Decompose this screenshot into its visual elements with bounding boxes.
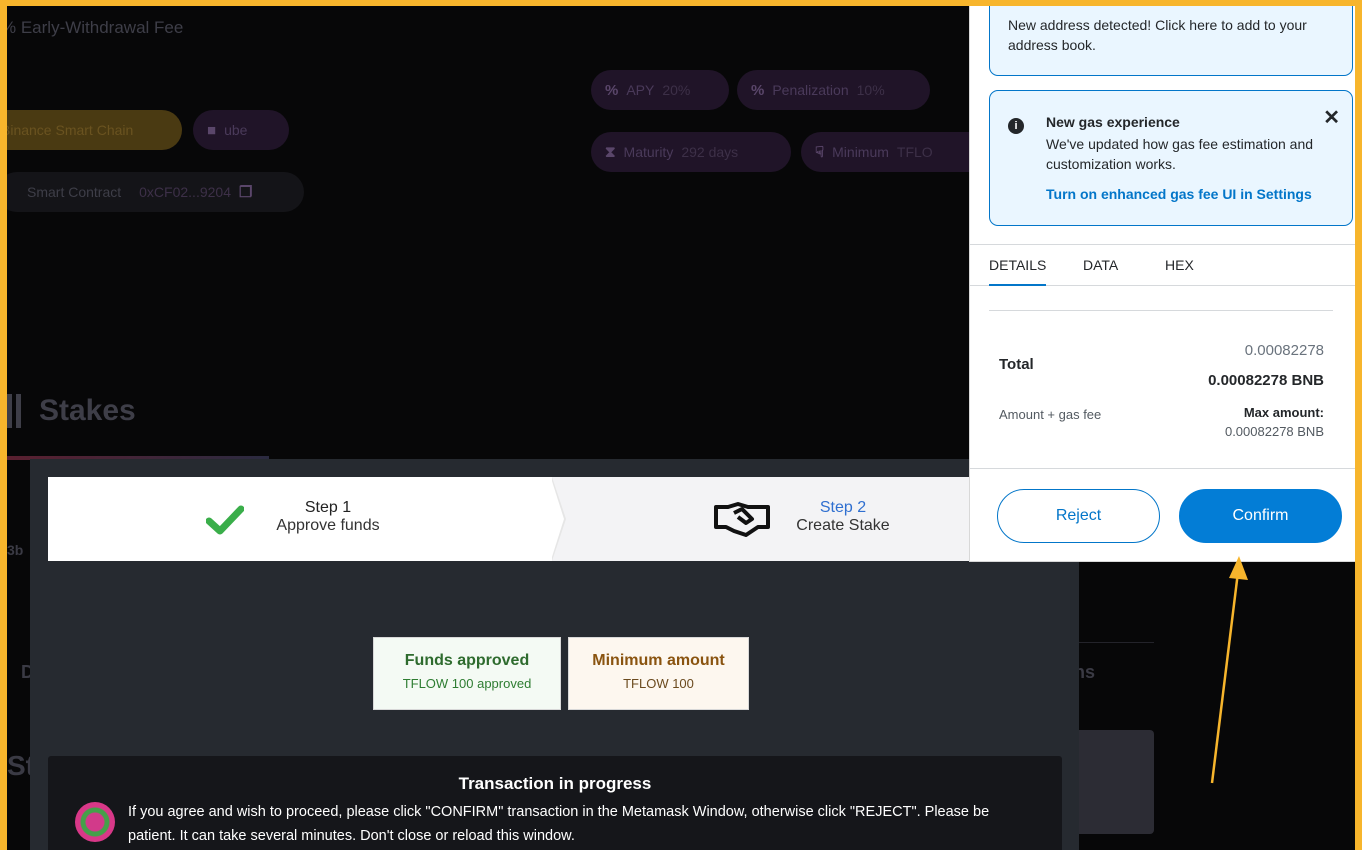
handshake-icon: [714, 502, 770, 537]
maturity-value: 292 days: [681, 144, 739, 160]
contract-label: Smart Contract: [27, 184, 122, 200]
step-2-title: Step 2: [819, 499, 867, 516]
progress-title: Transaction in progress: [458, 774, 652, 793]
tab-hex[interactable]: HEX: [1165, 257, 1194, 273]
apy-value: 20%: [662, 82, 691, 98]
tab-bar: DETAILS DATA HEX: [970, 244, 1355, 286]
maturity-label: Maturity: [623, 144, 674, 160]
amount-gas-label: Amount + gas fee: [999, 407, 1102, 422]
hourglass-icon: ⧗: [605, 143, 616, 161]
close-icon[interactable]: ✕: [1323, 105, 1340, 130]
minimum-value: TFLO: [896, 144, 933, 160]
funds-approved-title: Funds approved: [404, 652, 530, 669]
gas-notice-title: New gas experience: [1046, 114, 1180, 130]
minimum-amount-title: Minimum amount: [592, 652, 725, 669]
transaction-progress: Transaction in progress If you agree and…: [48, 756, 1062, 850]
step-2-sub: Create Stake: [796, 517, 890, 534]
new-address-notice[interactable]: New address detected! Click here to add …: [989, 6, 1353, 76]
penalization-badge: % Penalization 10%: [737, 70, 930, 110]
gas-settings-link[interactable]: Turn on enhanced gas fee UI in Settings: [1046, 186, 1312, 202]
funds-approved-sub: TFLOW 100 approved: [402, 676, 532, 691]
new-address-text: New address detected! Click here to add …: [1008, 17, 1307, 53]
tab-data[interactable]: DATA: [1083, 257, 1118, 273]
funds-approved-badge: Funds approved TFLOW 100 approved: [373, 637, 561, 710]
copy-icon[interactable]: ❐: [239, 183, 252, 201]
side-fragment: 3b: [7, 542, 24, 558]
contract-badge[interactable]: Smart Contract 0xCF02...9204 ❐: [7, 172, 304, 212]
step-1-sub: Approve funds: [276, 517, 380, 534]
dapp-page: % Early-Withdrawal Fee Binance Smart Cha…: [7, 6, 1355, 850]
divider: [1074, 642, 1154, 643]
apy-label: APY: [626, 82, 655, 98]
stakes-title-text: Stakes: [39, 394, 136, 427]
loading-spinner-icon: [75, 802, 115, 842]
step-1-text: Step 1 Approve funds: [258, 499, 398, 535]
divider: [970, 468, 1355, 469]
stake-modal: Step 1 Approve funds Step 2 Create Stake…: [30, 459, 1079, 850]
step-1-title: Step 1: [304, 499, 352, 516]
progress-message: If you agree and wish to proceed, please…: [128, 804, 990, 844]
maturity-badge: ⧗ Maturity 292 days: [591, 132, 791, 172]
penalization-label: Penalization: [772, 82, 849, 98]
percent-icon: %: [605, 81, 619, 99]
token-badge: ■ ube: [193, 110, 289, 150]
chain-badge: Binance Smart Chain: [7, 110, 182, 150]
confirm-button[interactable]: Confirm: [1179, 489, 1342, 543]
minimum-badge: ☟ Minimum TFLO: [801, 132, 991, 172]
fee-heading: % Early-Withdrawal Fee: [7, 18, 184, 37]
max-amount-value: 0.00082278 BNB: [1224, 424, 1324, 439]
tab-details[interactable]: DETAILS: [989, 257, 1047, 286]
gas-notice-body: We've updated how gas fee estimation and…: [1046, 136, 1314, 172]
hand-coin-icon: ☟: [815, 144, 825, 161]
minimum-amount-sub: TFLOW 100: [623, 676, 694, 691]
total-label: Total: [999, 356, 1034, 373]
max-amount-label: Max amount:: [1243, 405, 1324, 420]
chart-bars-icon: [7, 394, 21, 428]
step-divider-fill: [551, 478, 564, 560]
token-icon: ■: [207, 121, 217, 139]
minimum-amount-badge: Minimum amount TFLOW 100: [568, 637, 749, 710]
info-icon: i: [1008, 118, 1024, 134]
contract-address: 0xCF02...9204: [139, 184, 231, 200]
step-1: Step 1 Approve funds: [48, 477, 552, 561]
chain-label: Binance Smart Chain: [7, 122, 134, 138]
percent-icon: %: [751, 81, 765, 99]
step-2-text: Step 2 Create Stake: [778, 499, 908, 535]
reject-button[interactable]: Reject: [997, 489, 1160, 543]
stepper: Step 1 Approve funds Step 2 Create Stake: [48, 477, 1060, 561]
stakes-heading: Stakes: [7, 394, 136, 428]
metamask-window: New address detected! Click here to add …: [969, 6, 1355, 562]
minimum-label: Minimum: [832, 144, 889, 160]
gas-notice: i New gas experience We've updated how g…: [989, 90, 1353, 226]
total-bnb: 0.00082278 BNB: [1208, 372, 1324, 389]
divider: [989, 310, 1333, 311]
token-label: ube: [224, 122, 248, 138]
apy-badge: % APY 20%: [591, 70, 729, 110]
checkmark-icon: [206, 505, 244, 535]
penalization-value: 10%: [856, 82, 885, 98]
background-panel: [1074, 730, 1154, 834]
total-value: 0.00082278: [1244, 342, 1324, 359]
